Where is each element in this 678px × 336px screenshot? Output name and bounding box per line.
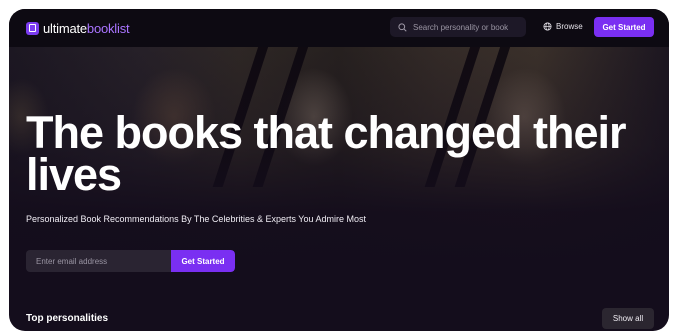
page-frame: ultimatebooklist Browse Get Started The … xyxy=(9,9,669,331)
brand-name: ultimatebooklist xyxy=(43,20,130,36)
header-get-started-button[interactable]: Get Started xyxy=(594,17,654,37)
email-field[interactable] xyxy=(26,250,171,272)
search-box[interactable] xyxy=(390,17,526,37)
top-navbar: ultimatebooklist Browse Get Started xyxy=(9,9,669,47)
top-personalities-heading: Top personalities xyxy=(26,313,109,324)
brand-logo[interactable]: ultimatebooklist xyxy=(26,20,130,36)
email-signup-form: Get Started xyxy=(26,250,235,272)
globe-icon xyxy=(543,22,552,31)
hero-headline: The books that changed their lives xyxy=(26,107,627,200)
browse-label: Browse xyxy=(556,22,583,31)
hero-get-started-button[interactable]: Get Started xyxy=(171,250,235,272)
brand-name-primary: ultimate xyxy=(43,20,87,36)
hero-subheadline: Personalized Book Recommendations By The… xyxy=(26,214,367,224)
show-all-button[interactable]: Show all xyxy=(602,308,654,329)
browse-link[interactable]: Browse xyxy=(543,22,583,31)
search-icon xyxy=(398,22,407,32)
book-logo-icon xyxy=(26,21,39,35)
search-input[interactable] xyxy=(413,22,523,32)
brand-name-accent: booklist xyxy=(86,20,130,36)
